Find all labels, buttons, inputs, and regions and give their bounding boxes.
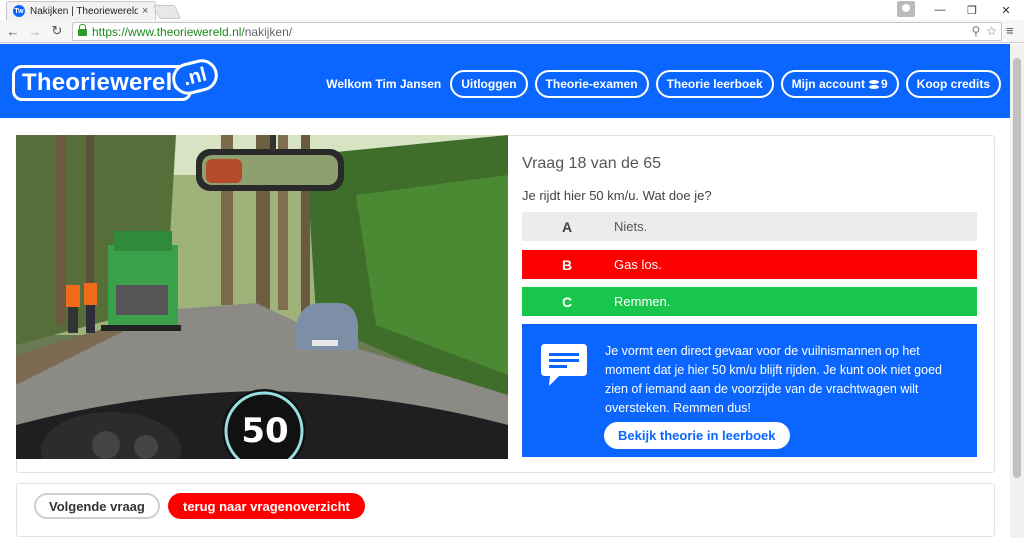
site-favicon-icon: Tw [13,5,25,17]
site-logo[interactable]: Theoriewereld .nl [12,55,222,105]
browser-menu-icon[interactable]: ≡ [1006,23,1020,39]
page-scrollbar[interactable] [1010,44,1024,538]
site-header: Theoriewereld .nl Welkom Tim Jansen Uitl… [0,44,1010,118]
welcome-text: Welkom Tim Jansen [326,77,442,91]
credits-count: 9 [880,77,888,91]
question-number: Vraag 18 van de 65 [522,155,662,172]
logout-button[interactable]: Uitloggen [450,70,528,98]
actions-card [16,483,995,537]
account-label: Mijn account [791,77,865,91]
question-photo: 50 [16,135,508,459]
bookmark-star-icon[interactable]: ☆ [986,24,997,38]
tab-close-icon[interactable]: × [142,5,148,17]
textbook-button[interactable]: Theorie leerboek [655,70,774,98]
new-tab-button[interactable] [152,5,182,19]
back-to-overview-button[interactable]: terug naar vragenoverzicht [168,493,365,519]
answer-option-c[interactable]: C Remmen. [522,287,977,316]
explanation-text: Je vormt een direct gevaar voor de vuiln… [605,344,942,415]
reload-icon[interactable]: ↻ [49,23,65,39]
forward-arrow-icon[interactable]: → [27,23,43,39]
minimize-icon[interactable]: — [924,0,956,20]
answer-option-a[interactable]: A Niets. [522,212,977,241]
exam-button[interactable]: Theorie-examen [534,70,649,98]
answer-letter: C [561,293,573,310]
browser-toolbar: ← → ↻ https://www.theoriewereld.nl/nakij… [0,20,1024,43]
answer-option-b[interactable]: B Gas los. [522,250,977,279]
url-host: https://www.theoriewereld.nl [92,24,242,39]
credits-coin-icon [868,79,879,89]
tab-title: Nakijken | Theoriewereld.n [30,5,138,17]
account-button[interactable]: Mijn account 9 [780,70,899,98]
url-path: /nakijken/ [241,24,293,39]
header-nav: Welkom Tim Jansen Uitloggen Theorie-exam… [326,70,1001,98]
browser-tab[interactable]: Tw Nakijken | Theoriewereld.n × [6,1,156,20]
close-window-icon[interactable]: ✕ [990,0,1022,20]
speedometer-readout: 50 [241,411,289,451]
address-bar[interactable]: https://www.theoriewereld.nl/nakijken/ ⚲… [72,22,1002,41]
chat-bubble-icon [541,344,587,386]
answer-text: Niets. [614,219,648,234]
explanation-panel: Je vormt een direct gevaar voor de vuiln… [522,324,977,457]
buy-credits-button[interactable]: Koop credits [905,70,1001,98]
scrollbar-thumb[interactable] [1013,58,1021,478]
answer-letter: B [561,256,573,273]
profile-icon[interactable] [897,1,915,17]
logo-text: Theoriewereld [22,69,188,96]
question-text: Je rijdt hier 50 km/u. Wat doe je? [522,188,712,203]
answer-text: Gas los. [614,257,662,272]
next-question-button[interactable]: Volgende vraag [34,493,160,519]
answer-text: Remmen. [614,294,671,309]
restore-icon[interactable]: ❐ [956,0,988,20]
back-arrow-icon[interactable]: ← [5,23,21,39]
view-theory-button[interactable]: Bekijk theorie in leerboek [604,422,790,449]
answer-letter: A [561,218,573,235]
lock-icon [78,24,87,36]
browser-tabstrip: Tw Nakijken | Theoriewereld.n × — ❐ ✕ [0,0,1024,20]
zoom-icon[interactable]: ⚲ [971,24,980,38]
